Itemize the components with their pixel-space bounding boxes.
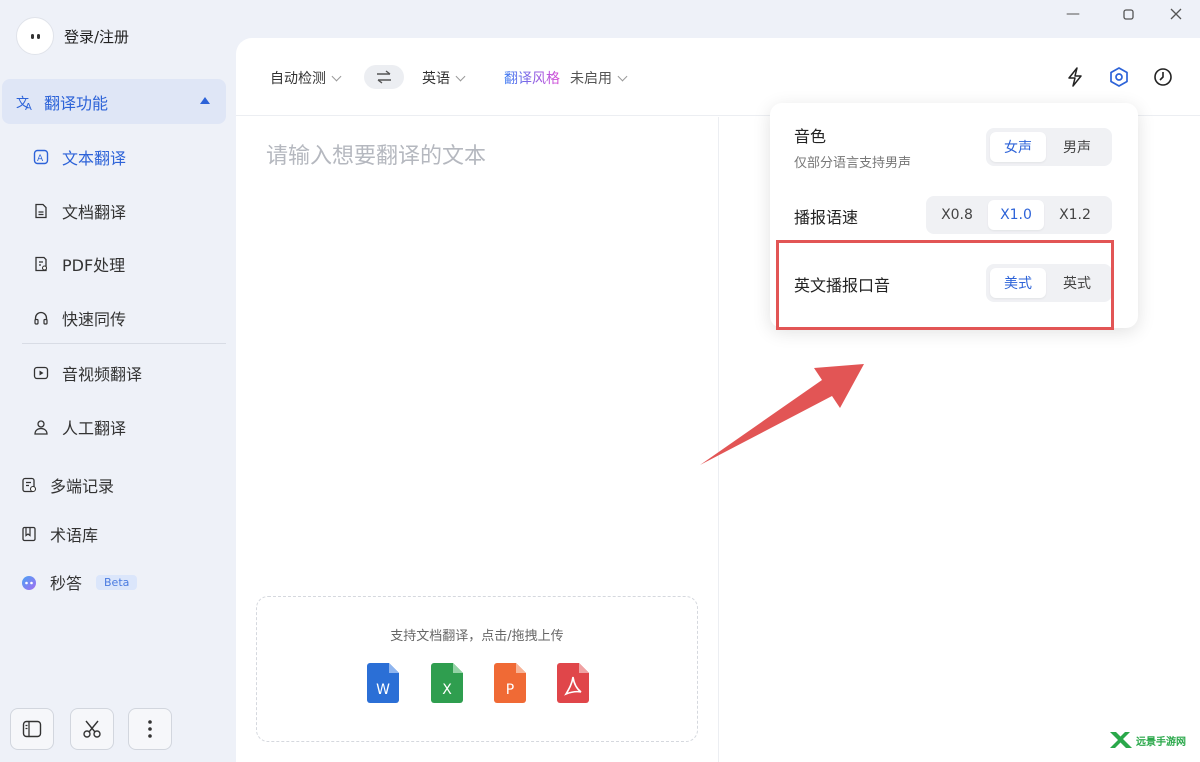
quick-mode-button[interactable]	[1062, 64, 1088, 90]
translate-icon: 文A	[16, 93, 34, 111]
speed-label: 播报语速	[794, 208, 859, 227]
source-language-dropdown[interactable]: 自动检测	[270, 68, 342, 88]
upload-hint: 支持文档翻译，点击/拖拽上传	[390, 629, 564, 644]
sidebar-toggle-button[interactable]	[10, 708, 54, 750]
nav-item-label: 音视频翻译	[62, 365, 143, 384]
document-icon	[32, 202, 50, 220]
ppt-file-icon: P	[494, 663, 526, 703]
nav-item-label: 秒答	[50, 574, 83, 593]
book-icon	[20, 525, 38, 543]
nav-item-label: PDF处理	[62, 256, 126, 275]
voice-toggle: 女声 男声	[986, 128, 1112, 166]
target-language-dropdown[interactable]: 英语	[422, 68, 466, 88]
more-vertical-icon	[148, 720, 152, 738]
nav-group-label: 翻译功能	[44, 93, 109, 113]
nav-item-pdf[interactable]: PDF处理	[32, 252, 125, 276]
settings-hexagon-icon	[1110, 67, 1128, 87]
svg-text:A: A	[25, 102, 32, 111]
watermark: 远景手游网	[1108, 730, 1186, 750]
svg-text:A: A	[37, 154, 44, 164]
nav-item-interpret[interactable]: 快速同传	[32, 306, 126, 330]
nav-item-label: 文本翻译	[62, 149, 127, 168]
watermark-logo-icon	[1110, 732, 1132, 748]
chevron-down-icon	[331, 71, 342, 81]
svg-text:X: X	[442, 682, 452, 698]
nav-item-label: 多端记录	[50, 477, 115, 496]
clock-icon	[1154, 68, 1172, 86]
lightning-icon	[1068, 67, 1082, 87]
speed-0.8-option[interactable]: X0.8	[930, 200, 984, 230]
nav-item-text-translate[interactable]: A 文本翻译	[32, 145, 126, 169]
nav-item-doc-translate[interactable]: 文档翻译	[32, 199, 126, 223]
translation-style-label: 翻译风格	[504, 68, 560, 88]
sidebar: 登录/注册 文A 翻译功能 A 文本翻译 文档翻译 PDF处理 快速同传 音视频…	[0, 0, 236, 762]
chevron-down-icon	[455, 71, 466, 81]
maximize-button[interactable]	[1116, 4, 1140, 24]
pdf-tool-icon	[32, 255, 50, 273]
nav-item-av-translate[interactable]: 音视频翻译	[32, 361, 142, 385]
voice-label: 音色	[794, 127, 827, 146]
record-icon	[20, 476, 38, 494]
nav-item-label: 术语库	[50, 526, 99, 545]
nav-item-multi-record[interactable]: 多端记录	[20, 473, 114, 497]
more-button[interactable]	[128, 708, 172, 750]
nav-divider	[22, 343, 226, 344]
text-translate-icon: A	[32, 148, 50, 166]
video-icon	[32, 364, 50, 382]
history-button[interactable]	[1150, 64, 1176, 90]
beta-badge: Beta	[96, 574, 138, 590]
speed-1.0-option[interactable]: X1.0	[988, 200, 1044, 230]
minimize-button[interactable]: —	[1061, 4, 1085, 24]
voice-female-option[interactable]: 女声	[990, 132, 1046, 162]
settings-button[interactable]	[1106, 64, 1132, 90]
source-language-value: 自动检测	[270, 71, 326, 87]
translation-style-value: 未启用	[570, 71, 612, 87]
highlight-box	[776, 240, 1114, 330]
word-file-icon: W	[367, 663, 399, 703]
sidebar-toggle-icon	[22, 720, 42, 738]
person-icon	[32, 418, 50, 436]
swap-icon	[377, 70, 391, 84]
svg-text:W: W	[376, 682, 390, 698]
scissors-icon	[83, 720, 101, 738]
target-language-value: 英语	[422, 71, 450, 87]
nav-group-translate[interactable]: 文A 翻译功能	[2, 79, 226, 124]
swap-languages-button[interactable]	[364, 65, 404, 89]
svg-text:P: P	[506, 682, 514, 698]
nav-item-label: 人工翻译	[62, 419, 127, 438]
pdf-file-icon	[557, 663, 589, 703]
nav-item-label: 文档翻译	[62, 203, 127, 222]
nav-item-label: 快速同传	[62, 310, 127, 329]
avatar[interactable]	[16, 17, 54, 55]
watermark-text: 远景手游网	[1136, 736, 1186, 748]
excel-file-icon: X	[431, 663, 463, 703]
collapse-caret-icon[interactable]	[200, 97, 210, 104]
pane-divider	[718, 117, 719, 762]
voice-hint: 仅部分语言支持男声	[794, 156, 912, 171]
maximize-icon	[1122, 8, 1134, 20]
nav-item-glossary[interactable]: 术语库	[20, 522, 98, 546]
speed-1.2-option[interactable]: X1.2	[1048, 200, 1102, 230]
ai-assistant-icon	[20, 573, 38, 591]
headset-icon	[32, 309, 50, 327]
speed-toggle: X0.8 X1.0 X1.2	[926, 196, 1112, 234]
chevron-down-icon	[617, 71, 628, 81]
translation-style-dropdown[interactable]: 翻译风格 未启用	[504, 68, 628, 88]
user-login[interactable]: 登录/注册	[16, 17, 129, 55]
nav-item-human-translate[interactable]: 人工翻译	[32, 415, 126, 439]
close-icon	[1170, 8, 1182, 20]
close-button[interactable]	[1164, 4, 1188, 24]
nav-item-quick-answer[interactable]: 秒答 Beta	[20, 570, 138, 594]
screenshot-button[interactable]	[70, 708, 114, 750]
source-text-input[interactable]: 请输入想要翻译的文本	[266, 138, 486, 170]
document-upload-area[interactable]: 支持文档翻译，点击/拖拽上传 W X P	[256, 596, 698, 742]
voice-male-option[interactable]: 男声	[1050, 132, 1104, 162]
login-register-link[interactable]: 登录/注册	[64, 26, 129, 47]
